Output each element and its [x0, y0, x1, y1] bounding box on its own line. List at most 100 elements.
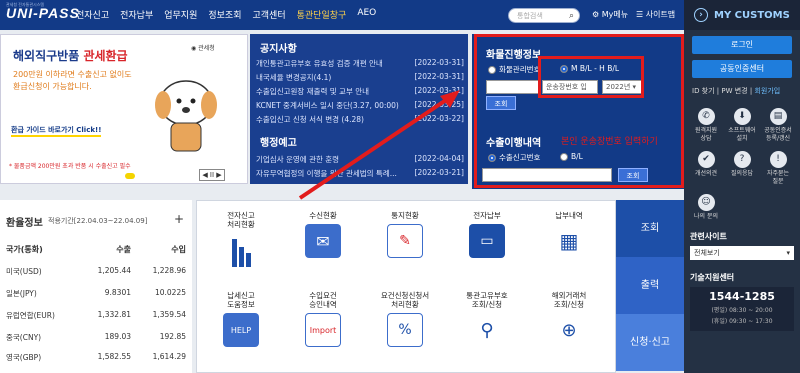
service-tax-help[interactable]: 납세신고 도움정보 HELP — [203, 291, 279, 347]
service-label: 납세신고 도움정보 — [227, 291, 255, 309]
related-sites-select[interactable]: 전체보기 ▾ — [690, 246, 794, 260]
remote-support-item[interactable]: ✆ 원격지원 상담 — [688, 108, 724, 143]
related-sites-title: 관련사이트 — [690, 232, 727, 241]
tab-print[interactable]: 출력 — [616, 257, 684, 314]
service-customs-code[interactable]: 통관고유부호 조회/신청 ⚲ — [449, 291, 525, 347]
agency-name: 관세청 — [198, 45, 215, 52]
support-phone-number: 1544-1285 — [709, 290, 775, 303]
exchange-rate-panel: 환율정보 적용기간[22.04.03~22.04.09] + 국가(통화) 수출 수… — [0, 200, 192, 373]
nav-item-e-payment[interactable]: 전자납부 — [120, 8, 153, 21]
service-e-payment[interactable]: 전자납부 ▭ — [449, 211, 525, 258]
feedback-icon: ✔ — [697, 151, 715, 168]
qna-label: 질의응답 — [730, 170, 754, 177]
qna-icon: ? — [733, 151, 751, 168]
admin-notice-item[interactable]: 자유무역협정의 이행을 위한 관세법의 특례... [2022-03-21] — [256, 168, 464, 179]
service-label: 수입요건 승인내역 — [309, 291, 337, 309]
tab-application[interactable]: 신청·신고 — [616, 314, 684, 371]
admin-notice-item[interactable]: 기업심사 운영에 관한 훈령 [2022-04-04] — [256, 154, 464, 165]
notice-item[interactable]: 수출입신고 신청 서식 변경 (4.28) [2022-03-22] — [256, 114, 464, 125]
search-input[interactable]: 통합검색 ⌕ — [508, 8, 580, 23]
unipass-logo[interactable]: UNI-PASS — [6, 5, 80, 21]
fx-title: 환율정보 — [6, 218, 43, 229]
bar-chart-icon — [223, 233, 259, 267]
percent-doc-icon: % — [387, 313, 423, 347]
service-import-approval[interactable]: 수입요건 승인내역 Import — [285, 291, 361, 347]
banner-page-indicator[interactable] — [125, 173, 135, 179]
service-label: 전자납부 — [473, 211, 501, 220]
service-e-declaration-status[interactable]: 전자신고 처리현황 — [203, 211, 279, 267]
mascot-illustration — [155, 80, 217, 152]
nav-item-aeo[interactable]: AEO — [357, 8, 376, 21]
collapse-icon[interactable]: › — [694, 8, 708, 22]
signup-link[interactable]: 회원가입 — [754, 87, 780, 95]
fx-currency: 미국(USD) — [6, 267, 42, 276]
notice-item[interactable]: 개인통관고유부호 유효성 검증 개편 안내 [2022-03-31] — [256, 58, 464, 69]
login-button[interactable]: 로그인 — [692, 36, 792, 54]
admin-notice-text: 자유무역협정의 이행을 위한 관세법의 특례... — [256, 169, 397, 178]
service-label: 전자신고 처리현황 — [227, 211, 255, 229]
notice-item[interactable]: KCNET 중계서비스 일시 중단(3.27, 00:00) [2022-03-2… — [256, 100, 464, 111]
annotation-text: 본인 운송장번호 입력하기 — [561, 137, 658, 147]
nav-item-e-declaration[interactable]: 전자신고 — [76, 8, 109, 21]
admin-notice-text: 기업심사 운영에 관한 훈령 — [256, 155, 340, 164]
fx-import: 192.85 — [159, 332, 186, 341]
fx-row: 일본(JPY) 9.8301 10.0225 — [6, 288, 186, 299]
service-requirement-status[interactable]: 요건신청신청서 처리현황% — [367, 291, 443, 347]
fx-row: 미국(USD) 1,205.44 1,228.96 — [6, 266, 186, 277]
plus-icon[interactable]: + — [174, 212, 184, 226]
find-id-link[interactable]: ID 찾기 — [692, 87, 715, 95]
my-menu-button[interactable]: ⚙ My메뉴 — [592, 9, 628, 20]
service-receipt-status[interactable]: 수신현황 ✉ — [285, 211, 361, 258]
service-overseas-partner[interactable]: 해외거래처 조회/신청 ⊕ — [531, 291, 607, 347]
software-item[interactable]: ⬇ 소프트웨어 설치 — [724, 108, 760, 143]
fx-header-row: 국가(통화) 수출 수입 — [6, 244, 186, 255]
certificate-center-button[interactable]: 공동인증센터 — [692, 60, 792, 78]
certificate-item[interactable]: ▤ 공동인증서 등록/갱신 — [760, 108, 796, 143]
service-label: 수신현황 — [309, 211, 337, 220]
agency-logo: ◉ 관세청 — [191, 45, 215, 52]
global-search-icon: ⊕ — [561, 319, 577, 341]
nav-item-inquiry[interactable]: 정보조회 — [208, 8, 241, 21]
fx-export: 1,332.81 — [97, 310, 131, 319]
faq-label: 자주묻는 질문 — [766, 170, 790, 185]
notice-panel: 공지사항 개인통관고유부호 유효성 검증 개편 안내 [2022-03-31] 내… — [250, 34, 468, 184]
account-links: ID 찾기 | PW 변경 | 회원가입 — [692, 87, 781, 95]
fx-header-export: 수출 — [116, 245, 131, 254]
fx-export: 189.03 — [104, 332, 131, 341]
my-customs-panel: › MY CUSTOMS 로그인 공동인증센터 ID 찾기 | PW 변경 | … — [684, 0, 800, 373]
banner-controls[interactable]: ◀ II ▶ — [199, 169, 225, 181]
notice-title[interactable]: 공지사항 — [260, 40, 297, 55]
sitemap-button[interactable]: ☰ 사이트맵 — [636, 9, 675, 20]
notice-item[interactable]: 내국세율 변경공지(4.1) [2022-03-31] — [256, 72, 464, 83]
faq-item[interactable]: ! 자주묻는 질문 — [760, 151, 796, 186]
change-pw-link[interactable]: PW 변경 — [721, 87, 747, 95]
nav-item-support[interactable]: 업무지원 — [164, 8, 197, 21]
fx-header-import: 수입 — [171, 245, 186, 254]
admin-notice-title[interactable]: 행정예고 — [260, 134, 297, 149]
nav-item-single-window[interactable]: 통관단일창구 — [297, 8, 347, 21]
my-inquiry-item[interactable]: ☺ 나의 문의 — [688, 194, 724, 221]
chevron-down-icon: ▾ — [786, 249, 790, 257]
search-icon[interactable]: ⌕ — [569, 11, 574, 21]
promo-banner[interactable]: ◉ 관세청 해외직구반품 관세환급 200만원 이하라면 수출신고 없이도 환급… — [0, 34, 248, 184]
nav-item-customer-center[interactable]: 고객센터 — [253, 8, 286, 21]
software-icon: ⬇ — [733, 108, 751, 125]
service-payment-history[interactable]: 납부내역 ▦ — [531, 211, 607, 258]
service-label: 해외거래처 조회/신청 — [551, 291, 587, 309]
notice-text: 수출입신고 신청 서식 변경 (4.28) — [256, 115, 364, 124]
service-label: 통관고유부호 조회/신청 — [466, 291, 508, 309]
service-notice-status[interactable]: 통지현황 ✎ — [367, 211, 443, 258]
fx-currency: 중국(CNY) — [6, 333, 42, 342]
service-grid: 전자신고 처리현황 수신현황 ✉ 통지현황 ✎ 전자납부 ▭ 납부내역 ▦ 납세신고 도… — [196, 200, 616, 373]
refund-guide-link[interactable]: 환급 가이드 바로가기 Click!! — [11, 125, 102, 137]
import-icon: Import — [305, 313, 341, 347]
remote-support-icon: ✆ — [697, 108, 715, 125]
service-tabs: 조회 출력 신청·신고 — [616, 200, 684, 373]
notice-item[interactable]: 수출입신고원장 재출력 및 교부 안내 [2022-03-31] — [256, 86, 464, 97]
feedback-item[interactable]: ✔ 개선의견 — [688, 151, 724, 186]
qna-item[interactable]: ? 질의응답 — [724, 151, 760, 186]
tab-inquiry[interactable]: 조회 — [616, 200, 684, 257]
main-nav: 전자신고 전자납부 업무지원 정보조회 고객센터 통관단일창구 AEO — [76, 8, 376, 21]
weekday-hours: (평일) 08:30 ~ 20:00 — [711, 307, 773, 314]
fx-period: 적용기간[22.04.03~22.04.09] — [48, 217, 148, 225]
